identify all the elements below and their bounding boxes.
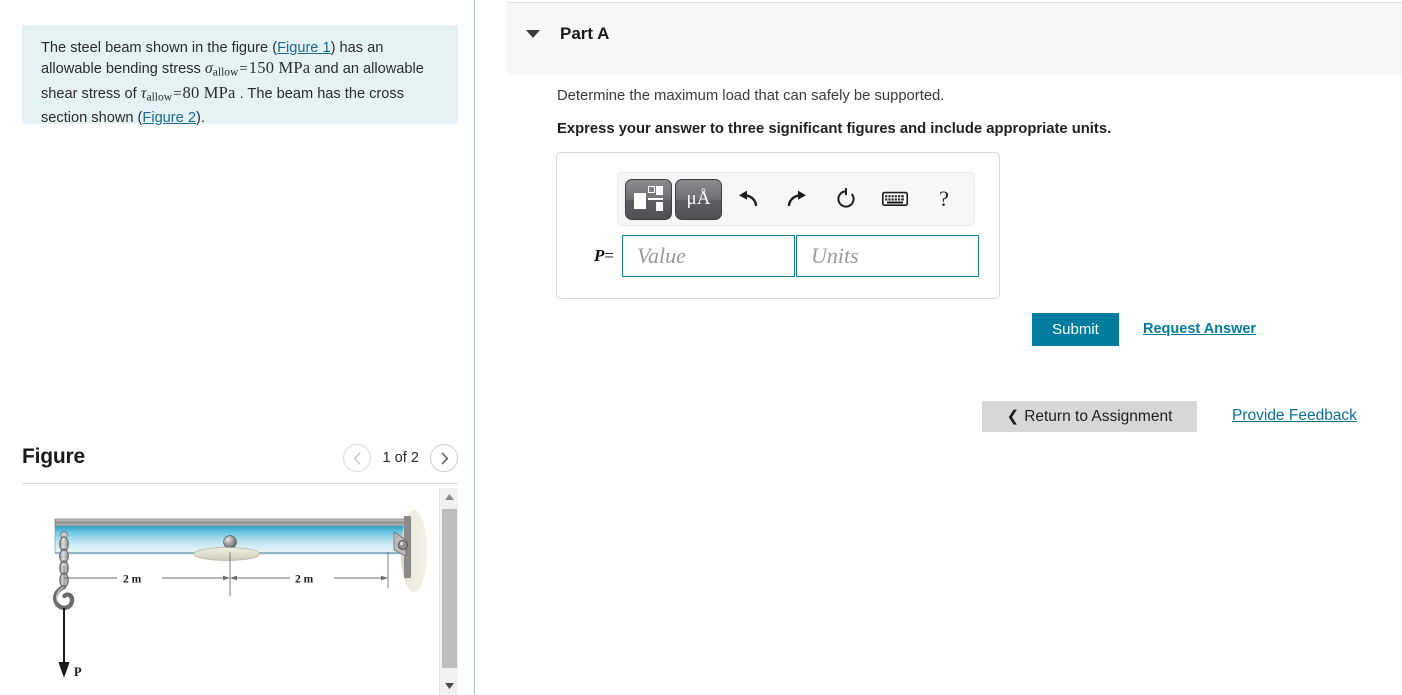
scrollbar-thumb[interactable] — [442, 509, 457, 668]
equals-sign-1: = — [239, 61, 248, 78]
micro-angstrom-icon: μÅ — [686, 188, 711, 209]
dimension-left-label: 2 m — [123, 574, 142, 586]
chevron-right-icon — [441, 452, 448, 464]
redo-arrow-icon — [787, 190, 806, 207]
units-input[interactable] — [796, 235, 979, 277]
figure-scrollbar[interactable] — [439, 488, 458, 695]
beam-diagram: P 2 m 2 m — [53, 510, 427, 679]
problem-text-part-5: ). — [195, 109, 205, 126]
part-a-label: Part A — [560, 24, 610, 43]
tau-subscript: allow — [146, 91, 173, 104]
undo-button[interactable] — [725, 179, 771, 220]
triangle-down-icon — [444, 683, 454, 689]
page-root: The steel beam shown in the figure (Figu… — [0, 0, 1402, 695]
refresh-circle-icon — [837, 188, 855, 208]
request-answer-link[interactable]: Request Answer — [1143, 321, 1256, 337]
return-to-assignment-label: Return to Assignment — [1024, 407, 1173, 425]
math-toolbar: μÅ ? — [617, 172, 975, 226]
figure-2-link[interactable]: Figure 2 — [142, 110, 196, 126]
variable-p: P — [594, 246, 605, 265]
figure-pager: 1 of 2 — [343, 444, 458, 472]
figure-viewport: P 2 m 2 m — [22, 488, 458, 695]
bending-stress-value: 150 MPa — [248, 58, 311, 78]
equation-label: P= — [576, 246, 622, 266]
problem-statement-box: The steel beam shown in the figure (Figu… — [22, 25, 458, 126]
figure-divider — [22, 483, 458, 484]
answer-equation-row: P= — [576, 235, 979, 277]
reset-button[interactable] — [823, 179, 869, 220]
caret-down-icon[interactable] — [526, 30, 540, 38]
units-button[interactable]: μÅ — [675, 178, 722, 220]
figure-1-link[interactable]: Figure 1 — [277, 40, 331, 56]
keyboard-icon — [882, 191, 908, 207]
equation-equals: = — [604, 246, 614, 265]
redo-button[interactable] — [774, 179, 820, 220]
right-panel: Part A Determine the maximum load that c… — [475, 0, 1402, 695]
answer-card: μÅ ? P= Value Units — [556, 152, 1000, 299]
part-a-header[interactable]: Part A — [507, 2, 1402, 75]
load-label-P: P — [74, 665, 82, 679]
figure-header: Figure 1 of 2 — [22, 440, 458, 482]
scroll-down-button[interactable] — [440, 677, 458, 695]
dimension-right-label: 2 m — [295, 574, 314, 586]
figure-page-count: 1 of 2 — [382, 450, 419, 466]
value-input[interactable] — [622, 235, 795, 277]
equals-sign-2: = — [173, 85, 182, 102]
question-prompt: Determine the maximum load that can safe… — [557, 88, 945, 104]
problem-statement-text: The steel beam shown in the figure (Figu… — [41, 38, 441, 128]
undo-arrow-icon — [739, 190, 758, 207]
triangle-up-icon — [444, 494, 454, 500]
chevron-left-icon — [353, 452, 361, 464]
sigma-subscript: allow — [212, 66, 239, 79]
sigma-symbol: σ — [204, 60, 213, 78]
math-template-button[interactable] — [625, 178, 672, 220]
keyboard-button[interactable] — [872, 179, 918, 220]
provide-feedback-link[interactable]: Provide Feedback — [1232, 407, 1357, 425]
chevron-left-icon: ❮ — [1006, 408, 1020, 425]
figure-title: Figure — [22, 445, 85, 468]
scroll-up-button[interactable] — [440, 488, 458, 506]
submit-button[interactable]: Submit — [1032, 313, 1119, 346]
question-mark-icon: ? — [939, 186, 949, 211]
problem-text-part-1: The steel beam shown in the figure ( — [41, 40, 278, 56]
answer-instruction: Express your answer to three significant… — [557, 121, 1112, 137]
figure-next-button[interactable] — [430, 444, 458, 472]
shear-stress-value: 80 MPa — [182, 82, 236, 102]
help-button[interactable]: ? — [921, 179, 967, 220]
left-panel: The steel beam shown in the figure (Figu… — [0, 0, 474, 695]
template-icon — [634, 186, 663, 212]
return-to-assignment-button[interactable]: ❮ Return to Assignment — [982, 401, 1197, 432]
figure-prev-button[interactable] — [343, 444, 372, 472]
